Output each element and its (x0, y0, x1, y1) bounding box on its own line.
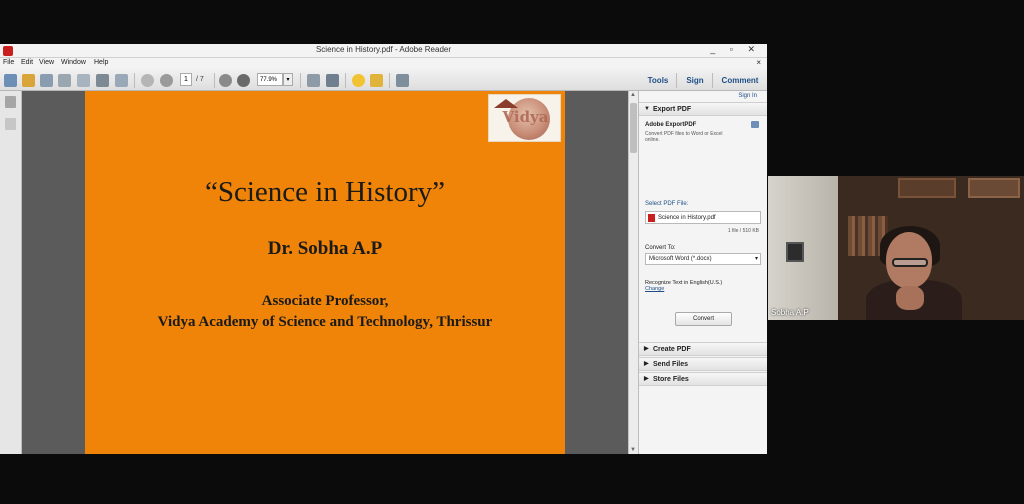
menu-file[interactable]: File (3, 59, 14, 66)
export-pdf-header[interactable]: ▼ Export PDF (639, 102, 767, 116)
slide-role-line1: Associate Professor, (261, 293, 389, 309)
participant-glasses (892, 258, 928, 267)
send-files-section[interactable]: ▶ Send Files (639, 357, 767, 371)
toolbar-separator (345, 73, 346, 88)
fit-width-icon[interactable] (326, 74, 339, 87)
slide-author: Dr. Sobha A.P (267, 238, 383, 259)
pdf-slide-page: Vidya “Science in History” Dr. Sobha A.P… (85, 91, 565, 454)
main-toolbar: 1 / 7 77.9% ▾ Tools Sign Comment (0, 69, 767, 91)
save-icon[interactable] (77, 74, 90, 87)
export-pdf-label: Export PDF (653, 106, 692, 113)
scroll-up-icon[interactable]: ▲ (630, 92, 636, 98)
collapse-arrow-icon: ▼ (644, 106, 650, 112)
zoom-out-icon[interactable] (219, 74, 232, 87)
print-icon[interactable] (96, 74, 109, 87)
email-icon[interactable] (115, 74, 128, 87)
expand-arrow-icon: ▶ (644, 376, 649, 382)
menu-help[interactable]: Help (94, 59, 108, 66)
meeting-stage: Science in History.pdf - Adobe Reader _ … (0, 0, 1024, 504)
logo-roof (494, 99, 518, 108)
convert-button[interactable]: Convert (675, 312, 732, 326)
convert-format-select[interactable]: Microsoft Word (*.docx) ▾ (645, 253, 761, 265)
document-view[interactable]: Vidya “Science in History” Dr. Sobha A.P… (22, 91, 628, 454)
logo-text: Vidya (502, 108, 549, 126)
zoom-dropdown-icon[interactable]: ▾ (283, 73, 293, 86)
expand-icon[interactable] (396, 74, 409, 87)
slide-title: “Science in History” (205, 176, 445, 208)
video-background-frame (968, 178, 1020, 198)
create-icon[interactable] (4, 74, 17, 87)
file-name: Science in History.pdf (658, 215, 716, 221)
navigation-pane (0, 91, 22, 454)
comment-icon[interactable] (352, 74, 365, 87)
create-pdf-label: Create PDF (653, 346, 691, 353)
menu-window[interactable]: Window (61, 59, 86, 66)
pdf-file-icon (648, 214, 655, 222)
toolbar-separator (389, 73, 390, 88)
page-number-input[interactable]: 1 (180, 73, 192, 86)
tab-sign[interactable]: Sign (680, 73, 710, 88)
store-files-label: Store Files (653, 376, 689, 383)
video-background-object (786, 242, 804, 262)
zoom-level-input[interactable]: 77.9% (257, 73, 283, 86)
menu-view[interactable]: View (39, 59, 54, 66)
vidya-logo: Vidya (488, 94, 561, 142)
file-info: 1 file / 510 KB (727, 228, 759, 234)
shared-screen-adobe-reader: Science in History.pdf - Adobe Reader _ … (0, 44, 767, 454)
participant-video-tile[interactable]: Sobha A.P (768, 176, 1024, 320)
close-document-icon[interactable]: × (756, 58, 761, 67)
selected-file-field[interactable]: Science in History.pdf (645, 211, 761, 224)
highlight-icon[interactable] (370, 74, 383, 87)
edit-icon[interactable] (40, 74, 53, 87)
attachment-icon[interactable] (5, 118, 16, 130)
previous-page-icon[interactable] (141, 74, 154, 87)
sign-in-link[interactable]: Sign In (738, 93, 757, 99)
toolbar-separator (676, 73, 677, 88)
refresh-icon[interactable] (751, 121, 759, 128)
change-language-link[interactable]: Change (645, 286, 664, 292)
expand-arrow-icon: ▶ (644, 361, 649, 367)
vertical-scrollbar[interactable]: ▲ ▼ (628, 91, 638, 454)
fit-page-icon[interactable] (307, 74, 320, 87)
participant-hand (896, 286, 924, 310)
chevron-down-icon: ▾ (754, 256, 758, 262)
toolbar-separator (214, 73, 215, 88)
slide-affiliation: Associate Professor, Vidya Academy of Sc… (85, 291, 565, 333)
export-title: Adobe ExportPDF (645, 122, 697, 128)
menu-edit[interactable]: Edit (21, 59, 33, 66)
tools-side-panel: Sign In ▼ Export PDF Adobe ExportPDF Con… (638, 91, 767, 454)
slide-role-line2: Vidya Academy of Science and Technology,… (157, 314, 493, 330)
participant-name-label: Sobha A.P (771, 308, 809, 317)
toolbar-separator (134, 73, 135, 88)
expand-arrow-icon: ▶ (644, 346, 649, 352)
window-titlebar: Science in History.pdf - Adobe Reader _ … (0, 44, 767, 58)
toolbar-separator (712, 73, 713, 88)
zoom-in-icon[interactable] (237, 74, 250, 87)
cloud-icon[interactable] (58, 74, 71, 87)
export-desc-line2: online. (645, 137, 660, 143)
window-controls[interactable]: _ ▫ ✕ (710, 44, 761, 55)
open-icon[interactable] (22, 74, 35, 87)
store-files-section[interactable]: ▶ Store Files (639, 372, 767, 386)
send-files-label: Send Files (653, 361, 689, 368)
pages-thumbnail-icon[interactable] (5, 96, 16, 108)
menu-bar: File Edit View Window Help × (0, 58, 767, 69)
page-count: / 7 (196, 76, 204, 83)
create-pdf-section[interactable]: ▶ Create PDF (639, 342, 767, 356)
scrollbar-thumb[interactable] (630, 103, 637, 153)
next-page-icon[interactable] (160, 74, 173, 87)
toolbar-separator (300, 73, 301, 88)
video-background-frame (898, 178, 956, 198)
select-file-label: Select PDF File: (645, 201, 689, 207)
convert-format-value: Microsoft Word (*.docx) (649, 256, 712, 262)
tab-tools[interactable]: Tools (643, 73, 673, 88)
scroll-down-icon[interactable]: ▼ (630, 447, 636, 453)
tab-comment[interactable]: Comment (716, 73, 764, 88)
window-title: Science in History.pdf - Adobe Reader (315, 45, 452, 54)
convert-to-label: Convert To: (645, 245, 676, 251)
